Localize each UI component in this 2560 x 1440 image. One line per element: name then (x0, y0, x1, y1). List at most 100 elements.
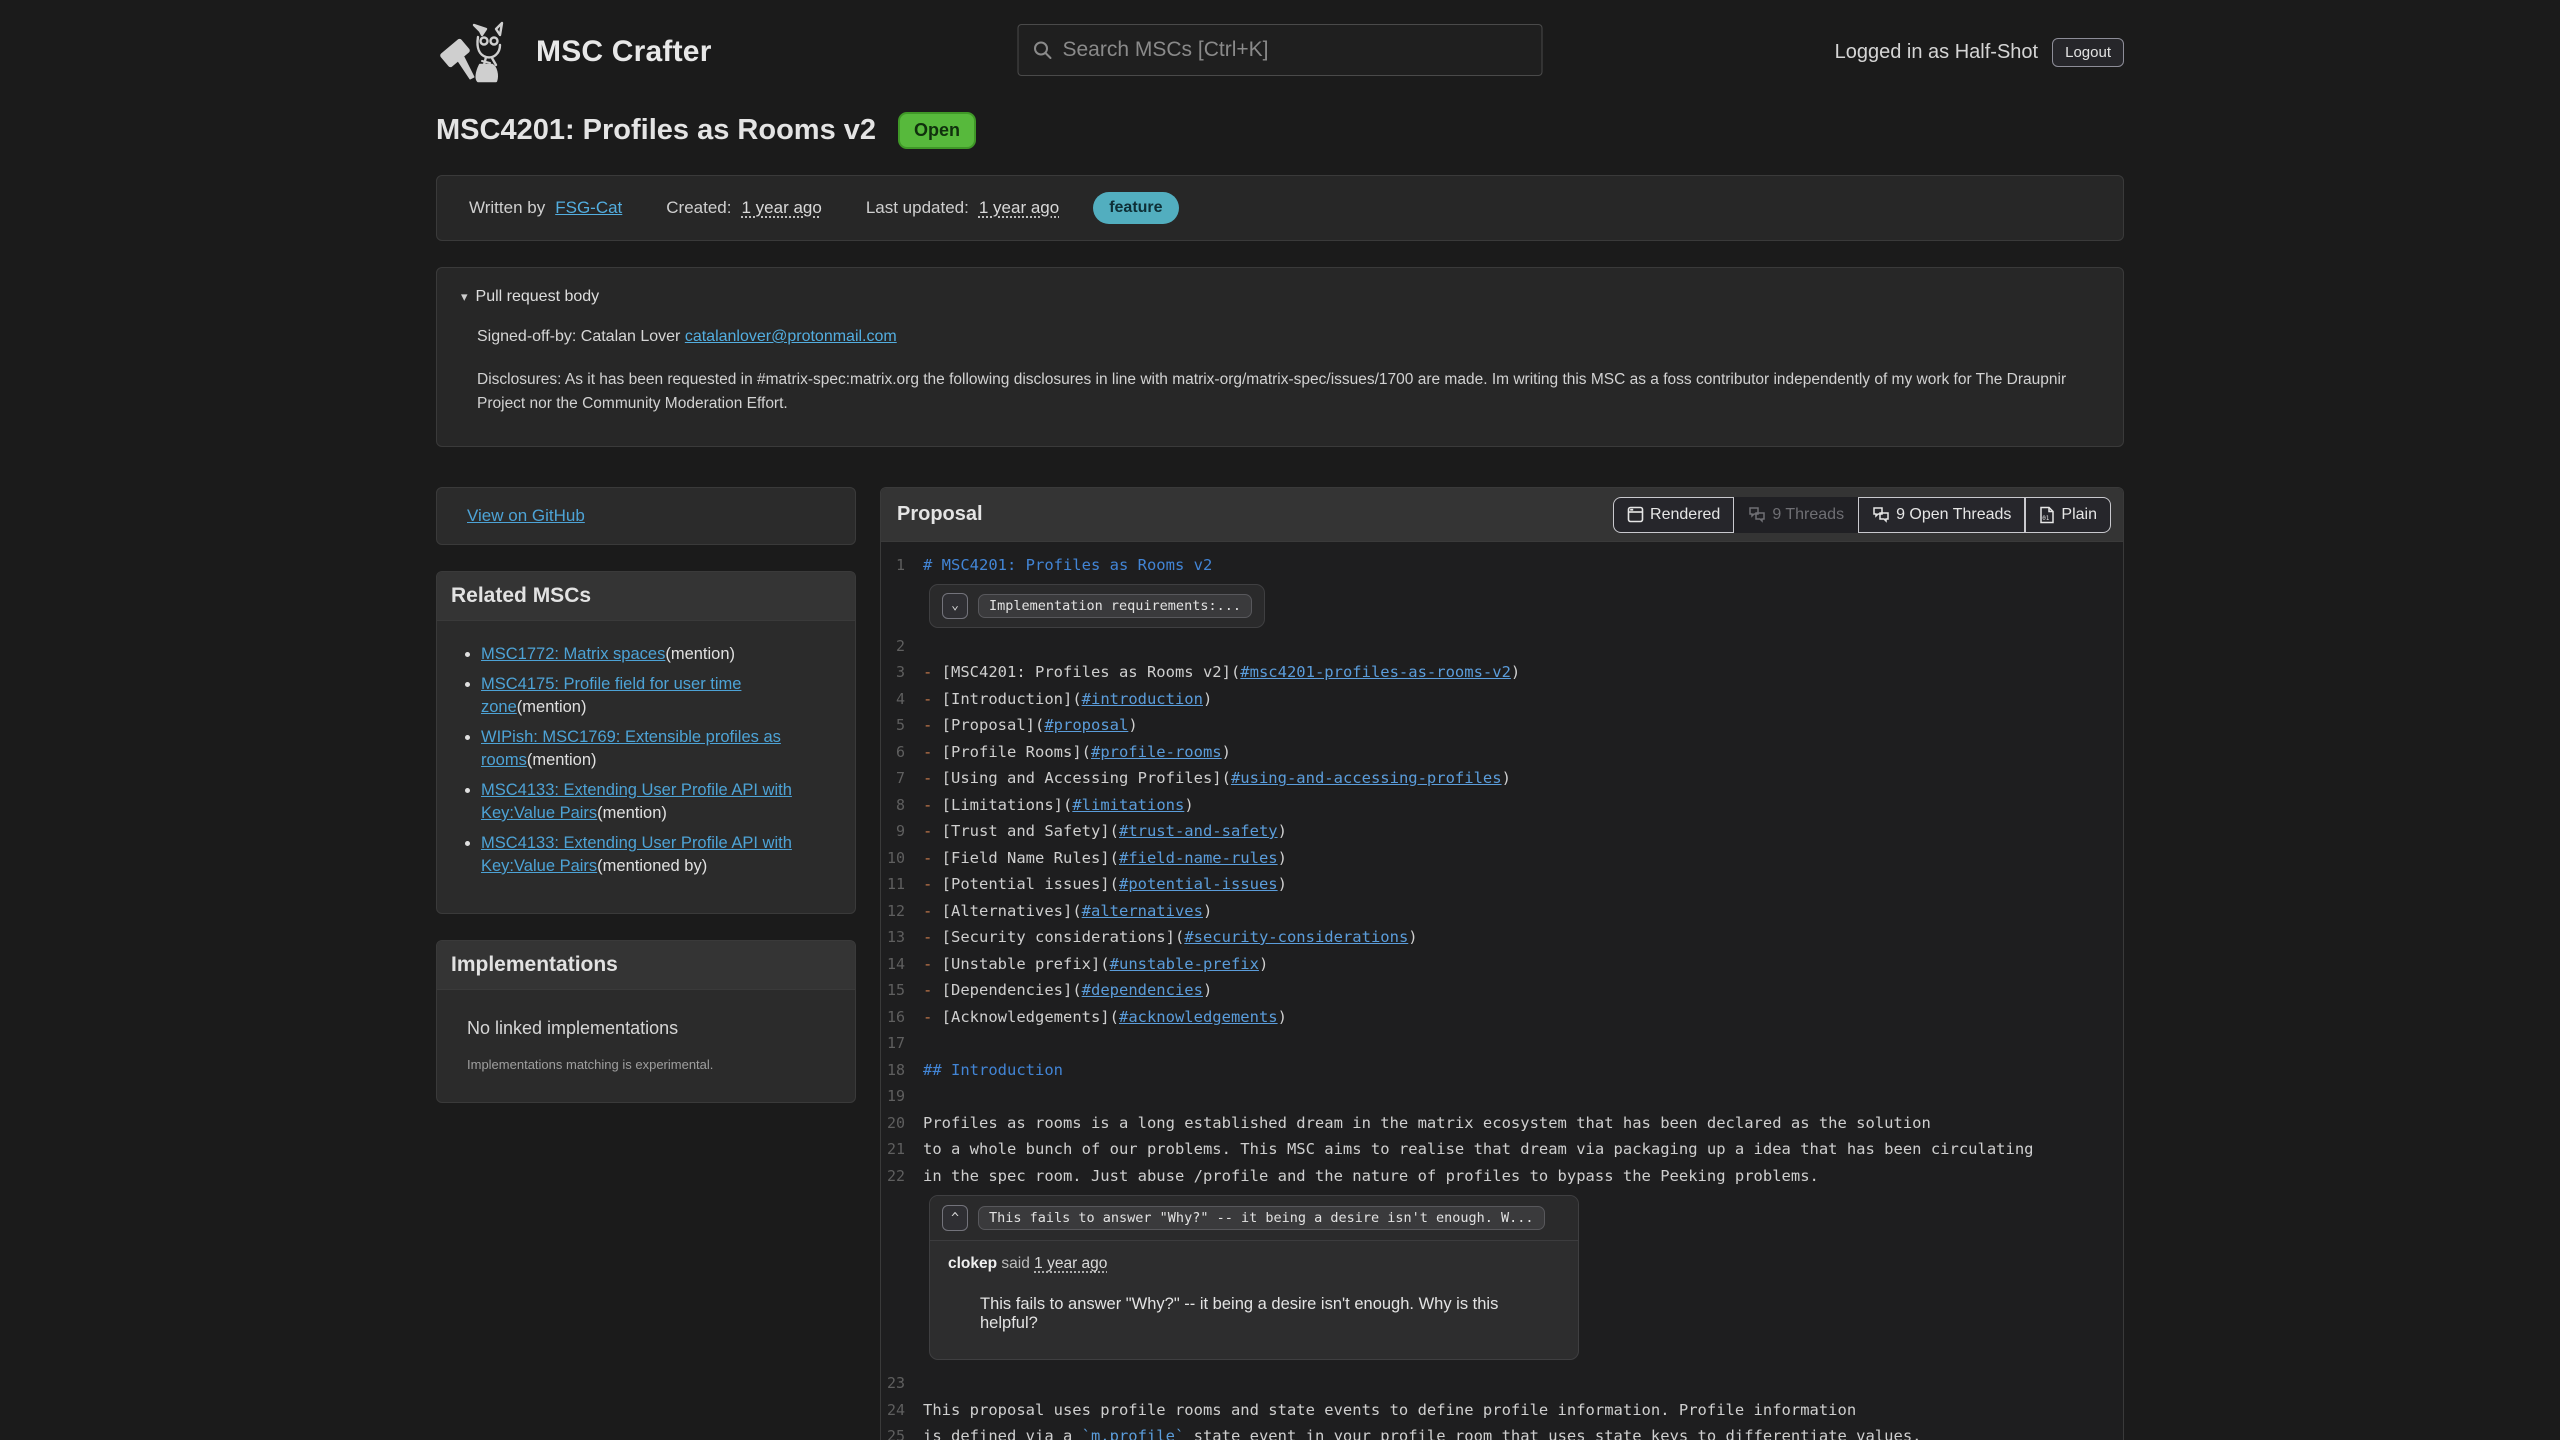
list-dash: - (923, 822, 942, 840)
line-number: 14 (881, 951, 923, 978)
comment-author: clokep (948, 1255, 997, 1272)
list-dash: - (923, 769, 942, 787)
anchor-link[interactable]: #profile-rooms (1091, 743, 1222, 761)
code-text: - [Limitations](#limitations) (923, 792, 1194, 819)
anchor-link[interactable]: #field-name-rules (1119, 849, 1278, 867)
line-number: 4 (881, 686, 923, 713)
anchor-link[interactable]: #proposal (1044, 716, 1128, 734)
code-text: # MSC4201: Profiles as Rooms v2 (923, 552, 1212, 579)
anchor-link[interactable]: #dependencies (1082, 981, 1203, 999)
code-text: - [Potential issues](#potential-issues) (923, 871, 1287, 898)
view-on-github-link[interactable]: View on GitHub (467, 506, 585, 525)
tab-plain[interactable]: 01 Plain (2025, 497, 2111, 533)
code-line: 22in the spec room. Just abuse /profile … (881, 1163, 2123, 1190)
comment-text: This fails to answer "Why?" -- it being … (948, 1295, 1560, 1333)
list-dash: - (923, 875, 942, 893)
rendered-icon (1627, 506, 1644, 523)
code-line: 25is defined via a `m.profile` state eve… (881, 1423, 2123, 1440)
line-number: 5 (881, 712, 923, 739)
line-number: 19 (881, 1083, 923, 1110)
author-link[interactable]: FSG-Cat (555, 198, 622, 218)
code-line: 23 (881, 1370, 2123, 1397)
code-text: - [Introduction](#introduction) (923, 686, 1212, 713)
anchor-link[interactable]: #alternatives (1082, 902, 1203, 920)
code-line: 13- [Security considerations](#security-… (881, 924, 2123, 951)
code-text: - [Alternatives](#alternatives) (923, 898, 1212, 925)
anchor-link[interactable]: #limitations (1072, 796, 1184, 814)
anchor-link[interactable]: #using-and-accessing-profiles (1231, 769, 1502, 787)
line-number: 20 (881, 1110, 923, 1137)
line-number: 25 (881, 1423, 923, 1440)
code-line: 7- [Using and Accessing Profiles](#using… (881, 765, 2123, 792)
page-title: MSC4201: Profiles as Rooms v2 (436, 114, 876, 147)
tab-rendered-label: Rendered (1650, 506, 1720, 524)
line-number: 24 (881, 1397, 923, 1424)
code-line: 4- [Introduction](#introduction) (881, 686, 2123, 713)
proposal-panel: Proposal Rendered (880, 487, 2124, 1440)
list-dash: - (923, 796, 942, 814)
implementations-header: Implementations (437, 941, 855, 990)
collapsed-thread: ⌄ Implementation requirements:... (929, 584, 1265, 628)
pr-body-toggle[interactable]: ▾ Pull request body (461, 288, 2099, 306)
search-input[interactable] (1063, 38, 1528, 62)
code-line: 20Profiles as rooms is a long establishe… (881, 1110, 2123, 1137)
tab-rendered[interactable]: Rendered (1613, 497, 1734, 533)
written-by-label: Written by (469, 198, 545, 218)
account-area: Logged in as Half-Shot Logout (1835, 38, 2124, 67)
line-number: 15 (881, 977, 923, 1004)
code-line: 17 (881, 1030, 2123, 1057)
list-dash: - (923, 743, 942, 761)
title-row: MSC4201: Profiles as Rooms v2 Open (436, 112, 2124, 149)
thread-summary[interactable]: Implementation requirements:... (978, 594, 1252, 618)
markdown-heading: ## Introduction (923, 1061, 1063, 1079)
logged-in-label: Logged in as Half-Shot (1835, 41, 2038, 64)
code-line: 1# MSC4201: Profiles as Rooms v2 (881, 552, 2123, 579)
open-threads-icon (1872, 506, 1890, 523)
signed-off-email-link[interactable]: catalanlover@protonmail.com (685, 328, 897, 345)
code-line: 19 (881, 1083, 2123, 1110)
anchor-link[interactable]: #security-considerations (1184, 928, 1408, 946)
line-number: 10 (881, 845, 923, 872)
list-dash: - (923, 928, 942, 946)
status-badge: Open (898, 112, 976, 149)
proposal-source[interactable]: 1# MSC4201: Profiles as Rooms v2 ⌄ Impleme… (881, 542, 2123, 1440)
code-text: - [Using and Accessing Profiles](#using-… (923, 765, 1511, 792)
implementations-body: No linked implementations Implementation… (437, 990, 855, 1102)
disclosures-text: Disclosures: As it has been requested in… (477, 368, 2083, 416)
comment-meta: clokep said 1 year ago (948, 1255, 1560, 1273)
related-mscs-header: Related MSCs (437, 572, 855, 621)
tab-open-threads[interactable]: 9 Open Threads (1858, 497, 2025, 533)
code-text: This proposal uses profile rooms and sta… (923, 1397, 1856, 1424)
collapse-thread-button[interactable]: ^ (942, 1205, 968, 1231)
related-msc-suffix: (mention) (665, 645, 735, 663)
anchor-link[interactable]: #unstable-prefix (1110, 955, 1259, 973)
open-thread-header: ^ This fails to answer "Why?" -- it being… (930, 1196, 1578, 1241)
line-number: 22 (881, 1163, 923, 1190)
line-number: 8 (881, 792, 923, 819)
search-box[interactable] (1018, 24, 1543, 76)
code-line: 15- [Dependencies](#dependencies) (881, 977, 2123, 1004)
logout-button[interactable]: Logout (2052, 38, 2124, 67)
anchor-link[interactable]: #msc4201-profiles-as-rooms-v2 (1240, 663, 1511, 681)
comment-time: 1 year ago (1034, 1255, 1107, 1272)
related-msc-suffix: (mentioned by) (597, 857, 707, 875)
line-number: 21 (881, 1136, 923, 1163)
updated-value: 1 year ago (979, 198, 1059, 218)
pull-request-body-panel: ▾ Pull request body Signed-off-by: Catal… (436, 267, 2124, 447)
tab-threads[interactable]: 9 Threads (1734, 497, 1858, 533)
anchor-link[interactable]: #introduction (1082, 690, 1203, 708)
brand[interactable]: MSC Crafter (436, 21, 712, 83)
expand-thread-button[interactable]: ⌄ (942, 593, 968, 619)
line-number: 23 (881, 1370, 923, 1397)
anchor-link[interactable]: #acknowledgements (1119, 1008, 1278, 1026)
created-value: 1 year ago (741, 198, 821, 218)
pr-body-toggle-label: Pull request body (476, 288, 600, 306)
anchor-link[interactable]: #trust-and-safety (1119, 822, 1278, 840)
updated-label: Last updated: (866, 198, 969, 218)
thread-summary[interactable]: This fails to answer "Why?" -- it being … (978, 1206, 1545, 1230)
code-text: - [Security considerations](#security-co… (923, 924, 1418, 951)
anchor-link[interactable]: #potential-issues (1119, 875, 1278, 893)
markdown-heading: # MSC4201: Profiles as Rooms v2 (923, 556, 1212, 574)
related-msc-link[interactable]: MSC1772: Matrix spaces (481, 645, 665, 663)
related-msc-item: WIPish: MSC1769: Extensible profiles as … (481, 726, 845, 772)
